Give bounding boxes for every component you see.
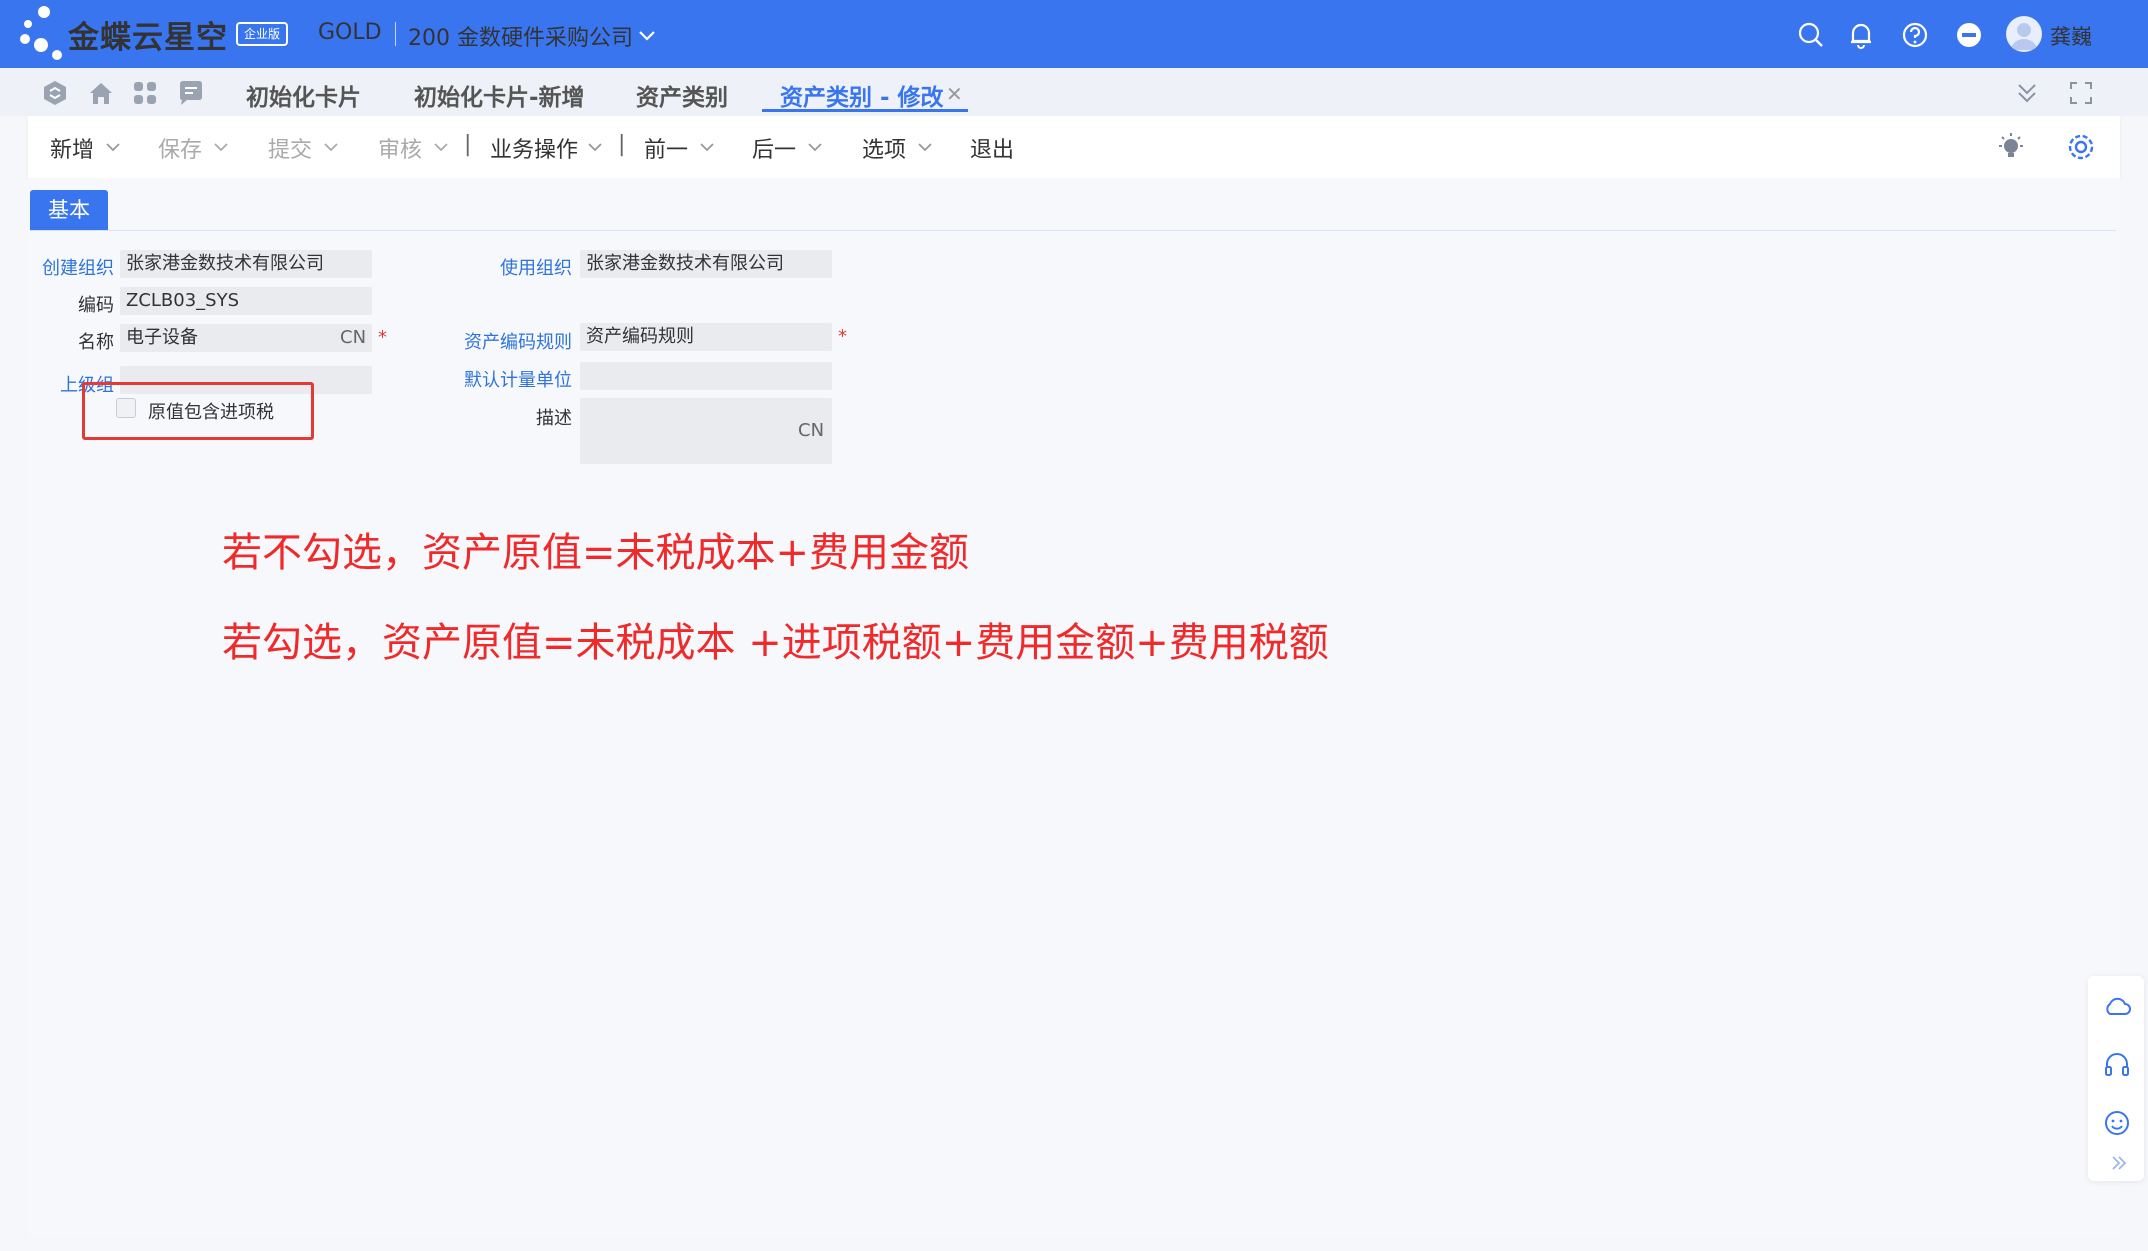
smiley-icon[interactable] xyxy=(2102,1108,2132,1138)
tenant-name[interactable]: GOLD xyxy=(318,20,382,45)
description-lang-suffix[interactable]: CN xyxy=(798,420,824,441)
user-name[interactable]: 龚巍 xyxy=(2050,21,2092,51)
chevron-down-icon[interactable] xyxy=(806,140,824,154)
chevron-down-icon[interactable] xyxy=(212,140,230,154)
help-icon[interactable] xyxy=(1900,20,1930,50)
description-label: 描述 xyxy=(536,408,572,429)
message-icon[interactable] xyxy=(176,78,206,108)
company-selector[interactable]: 200 金数硬件采购公司 xyxy=(408,20,633,52)
chevron-down-icon[interactable] xyxy=(104,140,122,154)
required-mark: * xyxy=(838,326,847,347)
default-unit-label[interactable]: 默认计量单位 xyxy=(440,366,572,392)
edition-badge: 企业版 xyxy=(236,22,288,46)
asset-code-rule-label[interactable]: 资产编码规则 xyxy=(440,328,572,354)
submit-button[interactable]: 提交 xyxy=(268,132,312,164)
toolbar-divider: | xyxy=(464,132,472,157)
double-chevron-down-icon[interactable] xyxy=(2012,78,2042,108)
tab-init-card[interactable]: 初始化卡片 xyxy=(246,78,361,112)
highlight-box xyxy=(82,382,314,440)
name-label: 名称 xyxy=(78,332,114,353)
close-icon[interactable]: ✕ xyxy=(946,82,963,106)
section-divider xyxy=(30,230,2116,231)
headset-icon[interactable] xyxy=(2102,1050,2132,1080)
light-bulb-icon[interactable] xyxy=(1994,130,2028,164)
business-ops-button[interactable]: 业务操作 xyxy=(490,132,578,164)
tab-asset-category-edit[interactable]: 资产类别 - 修改 xyxy=(780,78,944,112)
active-tab-indicator xyxy=(762,109,968,112)
save-button[interactable]: 保存 xyxy=(158,132,202,164)
options-button[interactable]: 选项 xyxy=(862,132,906,164)
chevron-down-icon[interactable] xyxy=(432,140,450,154)
use-org-field[interactable]: 张家港金数技术有限公司 xyxy=(580,250,832,278)
minus-circle-icon[interactable] xyxy=(1954,20,1984,50)
toolbar-divider: | xyxy=(618,132,626,157)
create-org-label[interactable]: 创建组织 xyxy=(38,254,114,280)
bell-icon[interactable] xyxy=(1846,20,1876,50)
chevron-down-icon[interactable] xyxy=(586,140,604,154)
default-unit-field[interactable] xyxy=(580,362,832,390)
avatar[interactable] xyxy=(2006,16,2042,52)
name-field[interactable]: 电子设备 xyxy=(120,324,372,352)
chevron-down-icon[interactable] xyxy=(322,140,340,154)
name-lang-suffix[interactable]: CN xyxy=(340,327,366,348)
header-divider xyxy=(395,22,396,46)
description-field[interactable] xyxy=(580,398,832,464)
app-logo-icon[interactable] xyxy=(40,78,70,108)
search-icon[interactable] xyxy=(1796,20,1826,50)
chevron-down-icon[interactable] xyxy=(916,140,934,154)
brand-name: 金蝶云星空 xyxy=(68,20,228,56)
logo-icon xyxy=(20,4,70,64)
apps-grid-icon[interactable] xyxy=(130,78,160,108)
code-field[interactable]: ZCLB03_SYS xyxy=(120,287,372,315)
tab-asset-category[interactable]: 资产类别 xyxy=(636,78,728,112)
chevron-down-icon[interactable] xyxy=(698,140,716,154)
next-button[interactable]: 后一 xyxy=(752,132,796,164)
create-org-field[interactable]: 张家港金数技术有限公司 xyxy=(120,250,372,278)
annotation-checked: 若勾选，资产原值=未税成本 +进项税额+费用金额+费用税额 xyxy=(222,620,1329,666)
cloud-icon[interactable] xyxy=(2102,992,2132,1022)
tab-basic[interactable]: 基本 xyxy=(30,190,108,230)
gear-icon[interactable] xyxy=(2064,130,2098,164)
annotation-unchecked: 若不勾选，资产原值=未税成本+费用金额 xyxy=(222,530,970,576)
required-mark: * xyxy=(378,327,387,348)
chevron-down-icon[interactable] xyxy=(636,24,658,46)
code-label: 编码 xyxy=(78,295,114,316)
home-icon[interactable] xyxy=(86,78,116,108)
tab-init-card-new[interactable]: 初始化卡片-新增 xyxy=(414,78,585,112)
new-button[interactable]: 新增 xyxy=(50,132,94,164)
exit-button[interactable]: 退出 xyxy=(970,132,1014,164)
fullscreen-icon[interactable] xyxy=(2066,78,2096,108)
prev-button[interactable]: 前一 xyxy=(644,132,688,164)
audit-button[interactable]: 审核 xyxy=(378,132,422,164)
asset-code-rule-field[interactable]: 资产编码规则 xyxy=(580,323,832,351)
double-chevron-right-icon[interactable] xyxy=(2108,1152,2130,1174)
use-org-label[interactable]: 使用组织 xyxy=(440,254,572,280)
toolbar xyxy=(28,116,2120,178)
